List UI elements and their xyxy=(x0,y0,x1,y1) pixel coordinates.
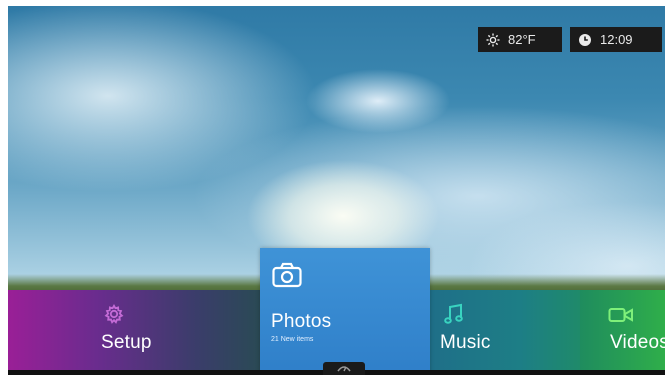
home-screen: 82°F 12:09 Setup Music Videos Photos 21 … xyxy=(8,6,665,375)
videos-label: Videos xyxy=(610,332,665,353)
music-label: Music xyxy=(440,332,491,353)
time-text: 12:09 xyxy=(600,32,633,47)
menu-item-photos[interactable]: Photos 21 New items xyxy=(260,248,430,375)
chevron-up-icon xyxy=(336,360,352,376)
gear-icon xyxy=(104,304,124,329)
menu-item-setup[interactable]: Setup xyxy=(8,290,260,370)
video-camera-icon xyxy=(608,306,634,329)
drawer-handle[interactable] xyxy=(323,362,365,375)
setup-label: Setup xyxy=(101,332,152,353)
photos-label: Photos xyxy=(271,311,332,332)
photos-subtitle: 21 New items xyxy=(271,336,314,343)
clock-icon xyxy=(578,33,592,47)
menu-item-music[interactable]: Music xyxy=(430,290,580,370)
weather-indicator: 82°F xyxy=(478,27,562,52)
menu-item-videos[interactable]: Videos xyxy=(580,290,665,370)
clock-indicator: 12:09 xyxy=(570,27,662,52)
temperature-text: 82°F xyxy=(508,32,536,47)
camera-icon xyxy=(272,262,302,293)
sun-icon xyxy=(486,33,500,47)
music-note-icon xyxy=(444,303,464,330)
